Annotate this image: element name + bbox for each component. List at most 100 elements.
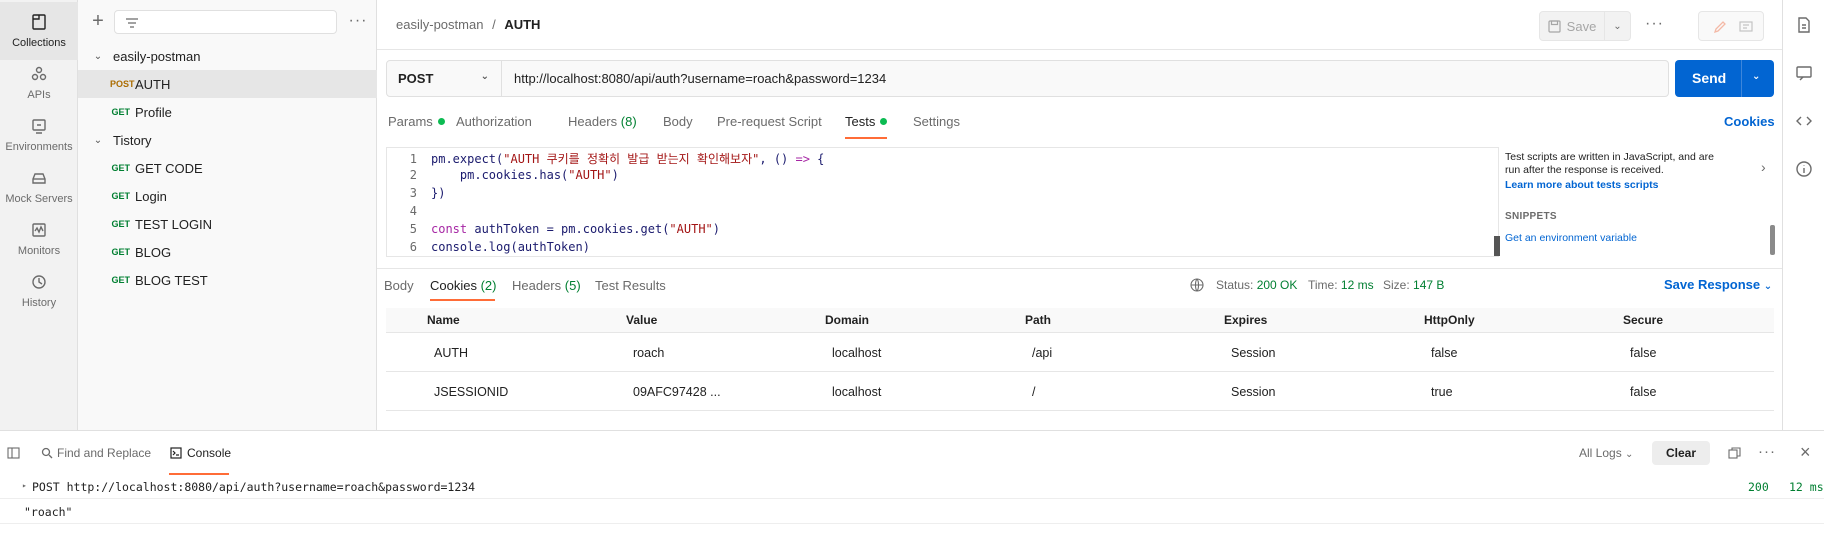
snippets-scrollbar[interactable] xyxy=(1770,225,1775,255)
tree-request-login[interactable]: GET Login xyxy=(78,182,377,210)
rail-item-mock-servers[interactable]: Mock Servers xyxy=(0,158,78,216)
tab-prerequest-script[interactable]: Pre-request Script xyxy=(717,114,822,129)
tab-label: Test Results xyxy=(595,278,666,293)
log-level-select[interactable]: All Logs ⌄ xyxy=(1579,446,1633,460)
comments-icon[interactable] xyxy=(1795,64,1813,82)
clear-console-button[interactable]: Clear xyxy=(1652,441,1710,465)
snippets-description: Test scripts are written in JavaScript, … xyxy=(1505,151,1714,176)
tree-request-profile[interactable]: GET Profile xyxy=(78,98,377,126)
tab-body[interactable]: Body xyxy=(663,114,693,129)
status-value[interactable]: 200 OK xyxy=(1257,278,1298,292)
tab-headers[interactable]: Headers (8) xyxy=(568,114,637,129)
cookie-secure: false xyxy=(1630,346,1657,360)
tab-label: Tests xyxy=(845,114,876,129)
sidebar-more-button[interactable]: ··· xyxy=(348,10,368,34)
tests-script-editor[interactable]: 1 pm.expect("AUTH 쿠키를 정확히 발급 받는지 확인해보자", … xyxy=(386,147,1500,258)
column-header: Name xyxy=(427,313,460,327)
send-button[interactable]: Send ⌄ xyxy=(1675,60,1774,97)
breadcrumb-current[interactable]: AUTH xyxy=(504,17,540,32)
chevron-down-icon: ⌄ xyxy=(1625,449,1634,460)
tree-request-get-code[interactable]: GET GET CODE xyxy=(78,154,377,182)
tree-collection-easily-postman[interactable]: ⌄ easily-postman xyxy=(78,42,377,70)
status-dot xyxy=(437,118,445,125)
size-value[interactable]: 147 B xyxy=(1413,278,1444,292)
code-line: 6 console.log(authToken) xyxy=(387,240,590,258)
console-icon xyxy=(170,447,182,459)
response-tab-body[interactable]: Body xyxy=(384,278,414,293)
comment-icon xyxy=(1739,21,1753,32)
expand-icon[interactable]: ▸ xyxy=(22,481,27,490)
tree-request-auth[interactable]: POST AUTH xyxy=(78,70,377,98)
globe-icon[interactable] xyxy=(1190,278,1204,292)
pencil-icon xyxy=(1713,21,1726,34)
status-label: Status: xyxy=(1216,278,1254,292)
chevron-down-icon[interactable]: ⌄ xyxy=(90,135,106,146)
log-level-value: All Logs xyxy=(1579,446,1622,460)
tree-request-blog-test[interactable]: GET BLOG TEST xyxy=(78,266,377,294)
documentation-icon[interactable] xyxy=(1795,16,1813,34)
url-bar: POST ⌄ http://localhost:8080/api/auth?us… xyxy=(386,60,1669,97)
breadcrumb-separator: / xyxy=(492,17,496,32)
right-context-bar xyxy=(1782,0,1824,430)
editor-scrollbar[interactable] xyxy=(1494,236,1500,256)
request-label: GET CODE xyxy=(135,160,203,176)
table-row[interactable]: JSESSIONID 09AFC97428 ... localhost / Se… xyxy=(386,373,1774,411)
console-more-button[interactable]: ··· xyxy=(1758,443,1776,460)
close-icon[interactable]: × xyxy=(1800,442,1811,463)
send-dropdown-icon[interactable]: ⌄ xyxy=(1752,71,1760,82)
url-input[interactable]: http://localhost:8080/api/auth?username=… xyxy=(514,71,886,86)
log-status: 200 xyxy=(1748,480,1769,494)
console-log-output[interactable]: "roach" xyxy=(0,500,1824,524)
cookies-link[interactable]: Cookies xyxy=(1724,114,1775,129)
tab-label: Headers xyxy=(512,278,562,293)
tab-settings[interactable]: Settings xyxy=(913,114,960,129)
console-tab[interactable]: Console xyxy=(187,446,231,460)
tree-request-blog[interactable]: GET BLOG xyxy=(78,238,377,266)
find-replace-button[interactable]: Find and Replace xyxy=(57,446,151,460)
cookie-domain: localhost xyxy=(832,346,882,360)
chevron-down-icon[interactable]: ⌄ xyxy=(90,51,106,62)
filter-input[interactable] xyxy=(114,10,337,34)
response-tab-cookies[interactable]: Cookies (2) xyxy=(430,278,496,293)
method-select[interactable]: POST ⌄ xyxy=(387,61,502,96)
tab-tests[interactable]: Tests xyxy=(845,114,888,129)
response-tab-headers[interactable]: Headers (5) xyxy=(512,278,581,293)
learn-more-link[interactable]: Learn more about tests scripts xyxy=(1505,179,1658,191)
rail-item-collections[interactable]: Collections xyxy=(0,2,78,60)
request-more-button[interactable]: ··· xyxy=(1645,15,1664,33)
add-collection-button[interactable]: + xyxy=(88,11,108,32)
documentation-toggle[interactable] xyxy=(1698,11,1764,41)
time-value[interactable]: 12 ms xyxy=(1341,278,1374,292)
tab-label: Headers xyxy=(568,114,618,129)
rail-item-label: APIs xyxy=(27,89,51,101)
toggle-sidebar-icon[interactable] xyxy=(7,447,20,459)
tab-authorization[interactable]: Authorization xyxy=(456,114,532,129)
rail-item-apis[interactable]: APIs xyxy=(0,54,78,112)
save-response-button[interactable]: Save Response ⌄ xyxy=(1664,277,1772,292)
table-row[interactable]: AUTH roach localhost /api Session false … xyxy=(386,334,1774,372)
code-icon[interactable] xyxy=(1795,112,1813,130)
method-badge: GET xyxy=(111,219,130,229)
size-info: Size: 147 B xyxy=(1383,278,1444,292)
console-log-request[interactable]: ▸ POST http://localhost:8080/api/auth?us… xyxy=(0,475,1824,499)
copy-icon[interactable] xyxy=(1728,447,1741,460)
breadcrumb-parent[interactable]: easily-postman xyxy=(396,17,483,32)
save-button[interactable]: Save xyxy=(1539,11,1605,41)
tab-params[interactable]: Params xyxy=(388,114,445,129)
tree-collection-tistory[interactable]: ⌄ Tistory xyxy=(78,126,377,154)
snippet-item[interactable]: Get an environment variable xyxy=(1505,232,1637,244)
tree-request-test-login[interactable]: GET TEST LOGIN xyxy=(78,210,377,238)
rail-item-monitors[interactable]: Monitors xyxy=(0,210,78,268)
left-rail: Collections APIs Environments Mock Serve… xyxy=(0,0,78,430)
save-dropdown-button[interactable]: ⌄ xyxy=(1605,11,1631,41)
code-line: 1 pm.expect("AUTH 쿠키를 정확히 발급 받는지 확인해보자", … xyxy=(387,150,825,168)
rail-item-history[interactable]: History xyxy=(0,262,78,320)
chevron-right-icon[interactable]: › xyxy=(1761,159,1766,175)
info-icon[interactable] xyxy=(1795,160,1813,178)
request-workspace: easily-postman / AUTH Save ⌄ ··· POST ⌄ … xyxy=(377,0,1782,430)
tab-label: Pre-request Script xyxy=(717,114,822,129)
cookie-expires: Session xyxy=(1231,385,1276,399)
response-tab-test-results[interactable]: Test Results xyxy=(595,278,666,293)
rail-item-environments[interactable]: Environments xyxy=(0,106,78,164)
line-number: 5 xyxy=(409,222,417,236)
